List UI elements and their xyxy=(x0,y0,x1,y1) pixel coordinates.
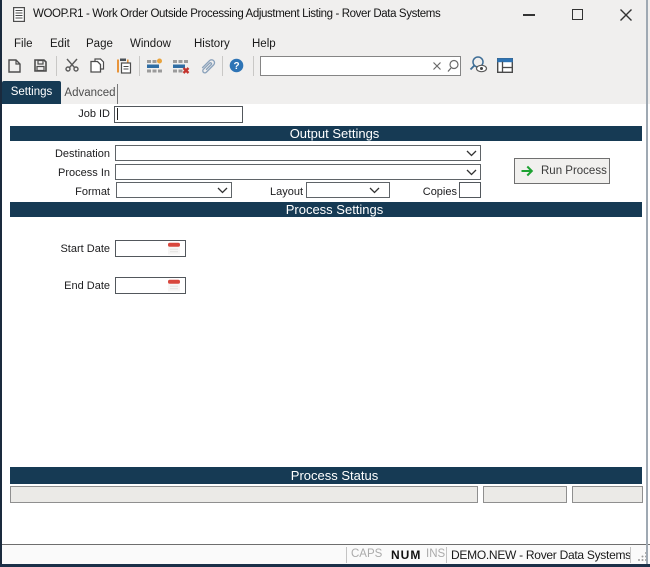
svg-text:?: ? xyxy=(233,61,239,72)
